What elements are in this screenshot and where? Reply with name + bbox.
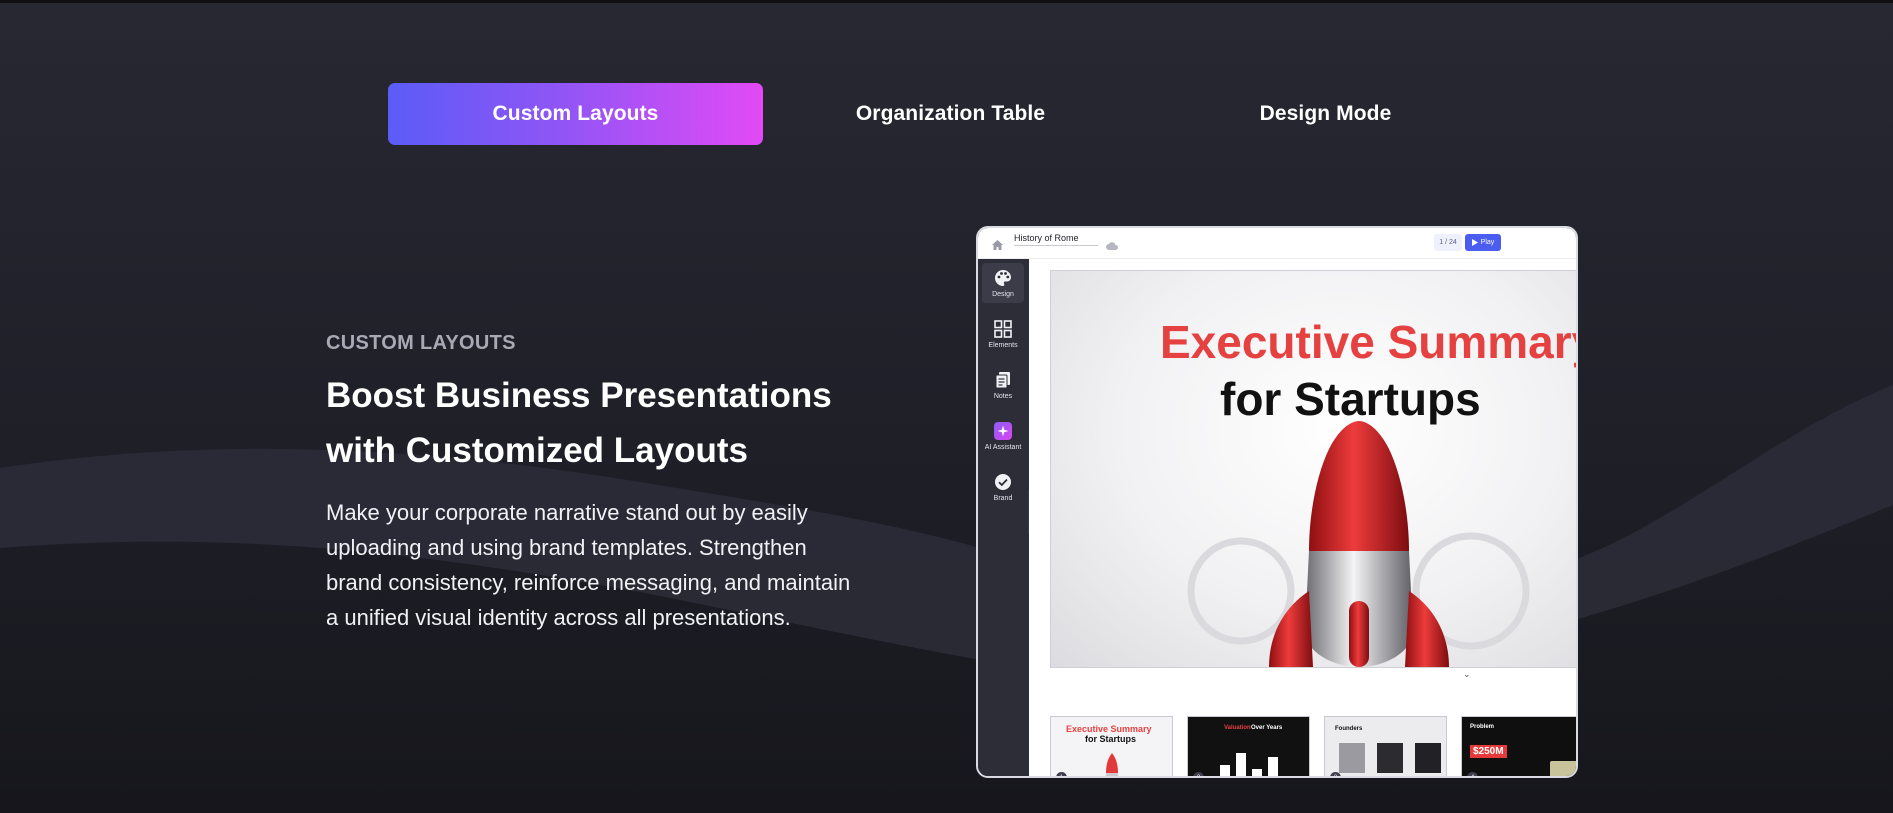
section-eyebrow: CUSTOM LAYOUTS — [326, 332, 516, 354]
play-label: Play — [1480, 239, 1495, 246]
play-icon — [1471, 239, 1478, 246]
thumbnail-subtitle: Over Years — [1251, 725, 1283, 731]
current-slide[interactable]: Executive Summary for Startups — [1050, 270, 1576, 668]
rocket-illustration — [1187, 421, 1530, 667]
money-illustration — [1550, 761, 1576, 776]
sidebar-label: Elements — [988, 341, 1018, 349]
chevron-down-icon[interactable]: ⌄ — [1463, 669, 1471, 680]
thumbnail-title: Founders — [1335, 726, 1363, 732]
app-preview: History of Rome 1 / 24 Play Design Eleme… — [976, 226, 1578, 778]
thumbnail-slide-2[interactable]: Valuation Over Years 2 — [1187, 716, 1310, 776]
badge-check-icon — [995, 473, 1011, 490]
sidebar-item-notes[interactable]: Notes — [982, 365, 1024, 405]
slide-number: 3 — [1330, 772, 1341, 776]
slide-number: 4 — [1467, 772, 1478, 776]
slide-number: 2 — [1193, 772, 1204, 776]
tab-organization-table[interactable]: Organization Table — [763, 83, 1138, 145]
thumbnail-title: Valuation — [1224, 725, 1251, 731]
slide-thumbnails: Executive Summary for Startups 1 Valuati… — [1050, 716, 1576, 776]
headline-line-1: Boost Business Presentations — [326, 376, 832, 415]
slide-counter: 1 / 24 — [1434, 234, 1462, 251]
thumbnail-slide-4[interactable]: Problem $250M 4 — [1461, 716, 1576, 776]
sidebar-label: Design — [992, 290, 1014, 298]
tab-design-mode[interactable]: Design Mode — [1138, 83, 1513, 145]
avatar — [1377, 743, 1403, 773]
palette-icon — [995, 269, 1011, 286]
sidebar-item-design[interactable]: Design — [982, 263, 1024, 303]
section-headline: Boost Business Presentations with Custom… — [326, 368, 866, 478]
home-icon[interactable] — [992, 237, 1003, 255]
sidebar-label: Brand — [993, 494, 1013, 502]
grid-icon — [994, 319, 1012, 338]
section-description: Make your corporate narrative stand out … — [326, 500, 851, 630]
sparkle-icon — [994, 421, 1012, 440]
document-title-input[interactable]: History of Rome — [1014, 233, 1098, 246]
thumbnail-slide-1[interactable]: Executive Summary for Startups 1 — [1050, 716, 1173, 776]
thumbnail-title: Problem — [1470, 724, 1495, 730]
preview-topbar: History of Rome 1 / 24 Play — [978, 228, 1576, 259]
sidebar-item-elements[interactable]: Elements — [982, 314, 1024, 354]
feature-tabs: Custom Layouts Organization Table Design… — [388, 83, 1513, 145]
avatar — [1415, 743, 1441, 773]
notes-icon — [995, 371, 1010, 388]
play-button[interactable]: Play — [1465, 234, 1501, 251]
sidebar-label: AI Assistant — [984, 443, 1022, 451]
thumbnail-subtitle: for Startups — [1085, 734, 1137, 744]
editor-canvas: Executive Summary for Startups ⌄ Executi… — [1029, 259, 1576, 776]
thumbnail-title: Executive Summary — [1066, 724, 1152, 734]
thumbnail-value: $250M — [1470, 745, 1507, 758]
rocket-thumbnail-icon — [1106, 753, 1118, 776]
sidebar-item-ai-assistant[interactable]: AI Assistant — [982, 416, 1024, 456]
preview-sidebar: Design Elements Notes AI Assistant Brand — [978, 259, 1028, 776]
sidebar-item-brand[interactable]: Brand — [982, 467, 1024, 507]
headline-line-2: with Customized Layouts — [326, 431, 748, 470]
sidebar-label: Notes — [993, 392, 1013, 400]
slide-number: 1 — [1056, 772, 1067, 776]
cloud-sync-icon — [1106, 237, 1118, 255]
bar-chart-icon — [1220, 753, 1278, 776]
tab-custom-layouts[interactable]: Custom Layouts — [388, 83, 763, 145]
thumbnail-slide-3[interactable]: Founders 3 — [1324, 716, 1447, 776]
avatar — [1339, 743, 1365, 773]
